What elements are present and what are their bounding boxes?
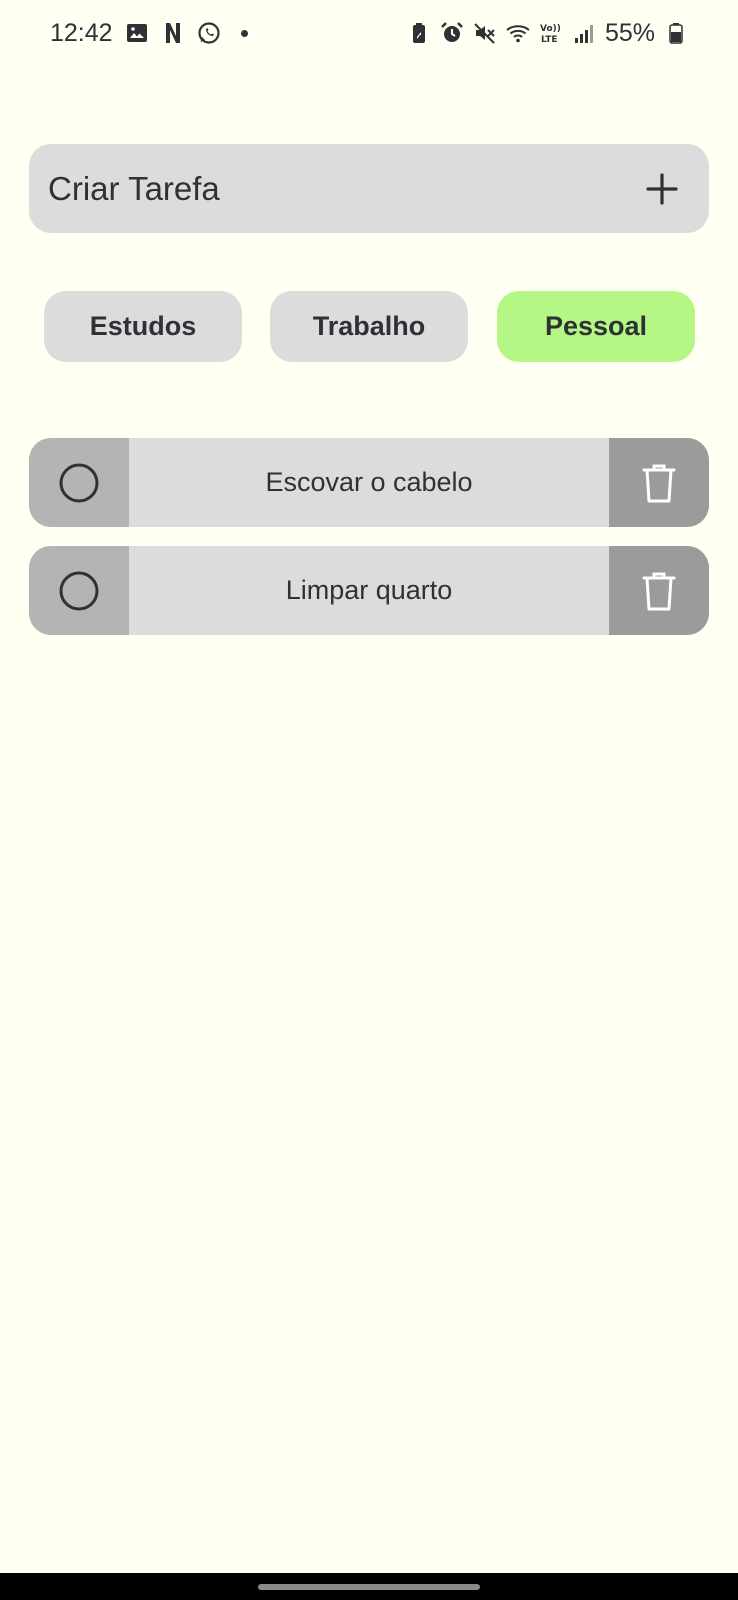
status-bar: 12:42 Vo)) LTE 55% [0, 0, 738, 66]
task-row: Escovar o cabelo [29, 438, 709, 527]
category-label: Pessoal [544, 311, 648, 341]
alarm-icon [440, 21, 464, 45]
category-label: Trabalho [312, 311, 426, 341]
home-indicator[interactable] [258, 1584, 480, 1590]
category-pessoal[interactable]: Pessoal [497, 291, 695, 362]
task-label: Limpar quarto [285, 575, 453, 605]
battery-icon [664, 21, 688, 45]
circle-icon [59, 463, 99, 502]
image-icon [125, 21, 149, 45]
task-complete-toggle[interactable] [29, 546, 129, 635]
category-tabs: Estudos Trabalho Pessoal [44, 291, 695, 362]
task-label: Escovar o cabelo [265, 467, 473, 497]
delete-task-button[interactable] [609, 438, 709, 527]
category-label: Estudos [89, 311, 197, 341]
status-right: Vo)) LTE 55% [407, 19, 688, 48]
status-left: 12:42 [50, 19, 248, 48]
task-list: Escovar o cabelo Limpar quarto [29, 438, 709, 654]
netflix-icon [161, 21, 185, 45]
create-task-bar[interactable]: Criar Tarefa [29, 144, 709, 233]
whatsapp-icon [197, 21, 221, 45]
plus-icon[interactable] [645, 172, 679, 206]
battery-percentage: 55% [604, 18, 655, 47]
trash-icon [642, 572, 676, 610]
mute-icon [473, 21, 497, 45]
battery-saver-icon [407, 21, 431, 45]
signal-icon [572, 21, 596, 45]
svg-text:LTE: LTE [541, 35, 558, 45]
category-trabalho[interactable]: Trabalho [270, 291, 468, 362]
notification-dot [240, 29, 248, 37]
svg-text:Vo)): Vo)) [540, 24, 561, 34]
status-time: 12:42 [50, 18, 113, 47]
delete-task-button[interactable] [609, 546, 709, 635]
navigation-bar [0, 1573, 738, 1600]
task-complete-toggle[interactable] [29, 438, 129, 527]
create-task-label: Criar Tarefa [48, 169, 220, 207]
wifi-icon [506, 21, 530, 45]
trash-icon [642, 464, 676, 502]
task-row: Limpar quarto [29, 546, 709, 635]
category-estudos[interactable]: Estudos [44, 291, 242, 362]
circle-icon [59, 571, 99, 610]
volte-icon: Vo)) LTE [539, 21, 563, 45]
